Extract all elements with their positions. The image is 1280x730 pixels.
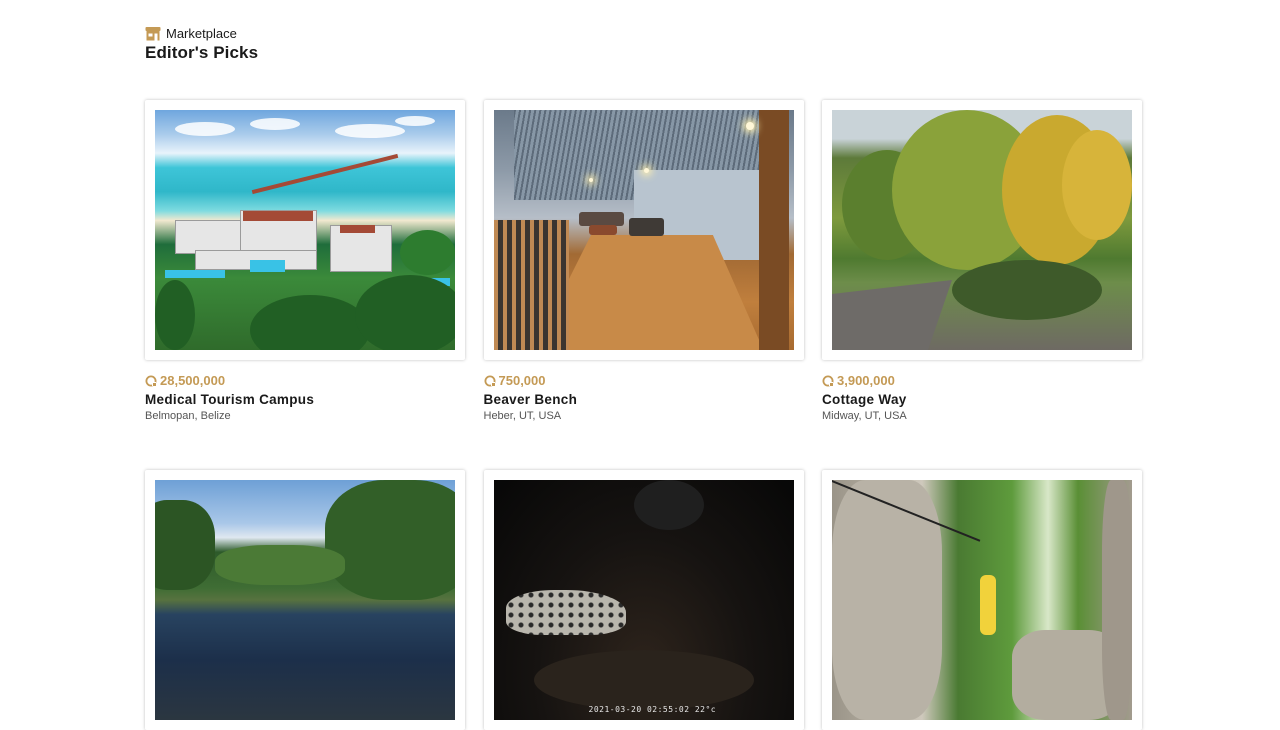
listing-photo-frame[interactable]: 2021-03-20 02:55:02 22°c <box>483 470 804 730</box>
listing-price: 28,500,000 <box>145 373 465 389</box>
listing-name[interactable]: Cottage Way <box>822 392 1142 407</box>
listing-price-value: 28,500,000 <box>160 373 226 388</box>
coin-icon <box>145 375 157 387</box>
listing-photo[interactable] <box>832 480 1132 720</box>
listing-price-value: 3,900,000 <box>837 373 895 388</box>
listing-name[interactable]: Beaver Bench <box>484 392 804 407</box>
listing-photo-frame[interactable] <box>822 100 1142 360</box>
page-title: Editor's Picks <box>145 43 259 62</box>
camera-timestamp: 2021-03-20 02:55:02 22°c <box>588 705 717 714</box>
listing-location: Belmopan, Belize <box>145 410 231 422</box>
listing-photo[interactable] <box>155 480 455 720</box>
listing-photo-frame[interactable] <box>483 100 804 360</box>
listing-card[interactable] <box>822 470 1142 730</box>
listing-location: Heber, UT, USA <box>483 410 562 422</box>
listing-location: Midway, UT, USA <box>822 410 907 422</box>
listing-grid: 28,500,000 Medical Tourism Campus Belmop… <box>145 100 1142 730</box>
listing-photo[interactable]: 2021-03-20 02:55:02 22°c <box>493 480 794 720</box>
listing-photo-frame[interactable] <box>822 470 1142 730</box>
listing-price-value: 750,000 <box>498 373 546 388</box>
store-icon <box>145 27 161 41</box>
breadcrumb-label: Marketplace <box>166 26 237 41</box>
page-header: Marketplace Editor's Picks <box>145 26 258 63</box>
listing-card[interactable]: 3,900,000 Cottage Way Midway, UT, USA <box>822 100 1142 422</box>
listing-price: 3,900,000 <box>822 373 1142 389</box>
listing-name[interactable]: Medical Tourism Campus <box>145 392 465 407</box>
coin-icon <box>822 375 834 387</box>
listing-price: 750,000 <box>484 373 804 389</box>
listing-card[interactable] <box>145 470 465 730</box>
listing-photo-frame[interactable] <box>145 470 465 730</box>
listing-card[interactable]: 2021-03-20 02:55:02 22°c <box>483 470 804 730</box>
listing-card[interactable]: 750,000 Beaver Bench Heber, UT, USA <box>483 100 804 422</box>
listing-card[interactable]: 28,500,000 Medical Tourism Campus Belmop… <box>145 100 465 422</box>
coin-icon <box>484 375 495 387</box>
listing-photo-frame[interactable] <box>145 100 465 360</box>
listing-photo[interactable] <box>832 110 1132 350</box>
listing-photo[interactable] <box>493 110 794 350</box>
breadcrumb[interactable]: Marketplace <box>145 26 258 42</box>
listing-photo[interactable] <box>155 110 455 350</box>
